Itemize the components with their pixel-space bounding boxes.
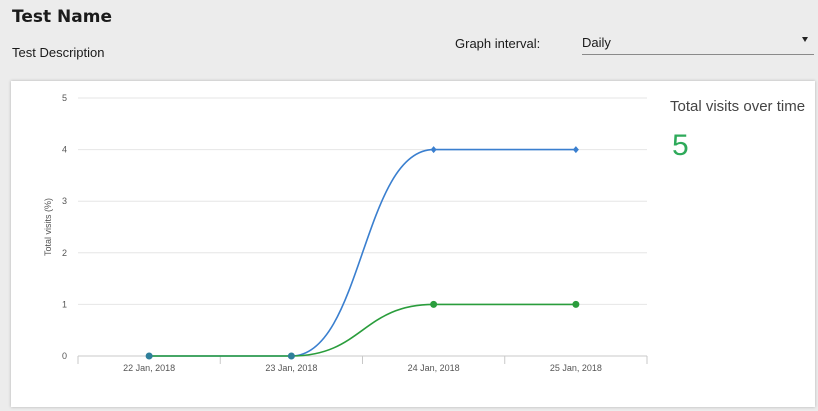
y-tick-label: 5 [62, 93, 67, 103]
y-tick-label: 1 [62, 299, 67, 309]
chart-card: 0 1 2 3 4 5 22 Jan, 2018 23 Jan, 2018 24 Jan, 2… [11, 81, 815, 407]
data-point [145, 352, 153, 360]
x-tick-label: 25 Jan, 2018 [550, 363, 602, 373]
page-title: Test Name [12, 7, 112, 27]
x-axis: 22 Jan, 2018 23 Jan, 2018 24 Jan, 2018 25 J… [77, 355, 648, 373]
x-tick-label: 23 Jan, 2018 [265, 363, 317, 373]
graph-interval-select[interactable]: Daily [582, 31, 814, 55]
line-chart: 0 1 2 3 4 5 22 Jan, 2018 23 Jan, 2018 24 Jan, 2… [43, 93, 648, 373]
summary-title: Total visits over time [670, 98, 806, 115]
x-tick-label: 22 Jan, 2018 [123, 363, 175, 373]
y-axis-ticks: 0 1 2 3 4 5 [62, 93, 67, 361]
series-line-1 [149, 303, 576, 357]
y-axis-title: Total visits (%) [43, 198, 53, 256]
y-tick-label: 4 [62, 145, 67, 155]
data-point [430, 146, 437, 154]
y-tick-label: 3 [62, 196, 67, 206]
data-point [572, 300, 580, 308]
y-tick-label: 2 [62, 248, 67, 258]
x-tick-label: 24 Jan, 2018 [408, 363, 460, 373]
y-tick-label: 0 [62, 351, 67, 361]
data-point [287, 352, 295, 360]
summary-value: 5 [672, 129, 689, 162]
data-point [430, 300, 438, 308]
data-point [572, 146, 579, 154]
page-description: Test Description [12, 45, 105, 60]
chart-grid [78, 97, 647, 305]
graph-interval-value: Daily [582, 35, 611, 50]
dropdown-arrow-icon[interactable] [802, 37, 808, 42]
graph-interval-label: Graph interval: [455, 36, 541, 51]
